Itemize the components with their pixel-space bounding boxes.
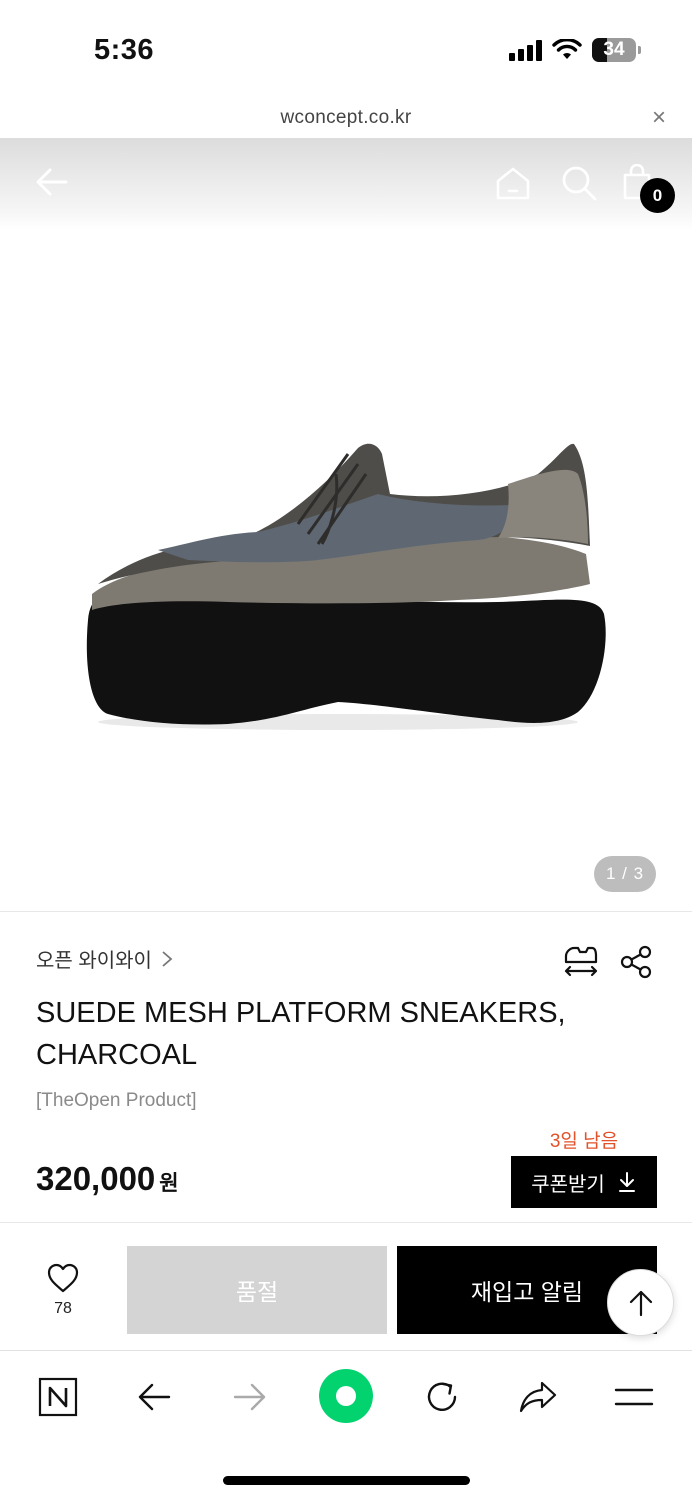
soldout-button[interactable]: 품절 xyxy=(127,1246,387,1334)
divider xyxy=(0,1222,692,1223)
divider xyxy=(0,911,692,912)
back-arrow-icon[interactable] xyxy=(32,162,72,202)
scroll-to-top-button[interactable] xyxy=(607,1269,674,1336)
search-icon[interactable] xyxy=(560,164,598,202)
share-icon[interactable] xyxy=(618,944,654,980)
status-time: 5:36 xyxy=(94,34,155,66)
share-arrow-icon[interactable] xyxy=(516,1375,560,1419)
green-home-icon[interactable] xyxy=(319,1369,373,1423)
cart-count-badge[interactable]: 0 xyxy=(640,178,675,213)
image-counter: 1 / 3 xyxy=(594,856,656,892)
url-text[interactable]: wconcept.co.kr xyxy=(0,107,692,129)
product-price: 320,000 원 xyxy=(36,1160,179,1198)
chevron-right-icon xyxy=(162,950,173,967)
naver-n-icon[interactable] xyxy=(36,1375,80,1419)
reload-icon[interactable] xyxy=(420,1375,464,1419)
coupon-download-button[interactable]: 쿠폰받기 xyxy=(511,1156,657,1208)
heart-icon[interactable] xyxy=(46,1262,80,1294)
size-guide-icon[interactable] xyxy=(562,942,600,980)
forward-icon[interactable] xyxy=(228,1375,272,1419)
wifi-icon xyxy=(552,39,582,59)
price-unit: 원 xyxy=(159,1172,179,1195)
like-count: 78 xyxy=(54,1300,72,1317)
menu-icon[interactable] xyxy=(612,1375,656,1419)
arrow-up-icon xyxy=(629,1290,652,1316)
browser-toolbar xyxy=(0,1351,692,1441)
back-icon[interactable] xyxy=(132,1375,176,1419)
status-icons: 34 xyxy=(509,38,641,62)
status-bar: 5:36 34 xyxy=(0,0,692,100)
battery-icon: 34 xyxy=(592,38,641,62)
brand-link[interactable]: 오픈 와이와이 xyxy=(36,944,174,973)
home-indicator[interactable] xyxy=(223,1476,470,1485)
product-subtitle: [TheOpen Product] xyxy=(36,1090,197,1111)
url-bar[interactable]: wconcept.co.kr × xyxy=(0,100,692,138)
price-value: 320,000 xyxy=(36,1160,156,1197)
signal-icon xyxy=(509,39,542,61)
product-title: SUEDE MESH PLATFORM SNEAKERS, CHARCOAL xyxy=(36,997,566,1071)
brand-name[interactable]: 오픈 와이와이 xyxy=(36,944,152,973)
close-icon[interactable]: × xyxy=(652,104,666,132)
home-icon[interactable] xyxy=(494,164,532,202)
battery-level: 34 xyxy=(603,39,625,60)
product-image-gallery[interactable]: 0 1 / 3 xyxy=(0,138,692,912)
download-icon xyxy=(618,1172,635,1192)
product-image xyxy=(86,443,606,730)
coupon-remaining-days: 3일 남음 xyxy=(549,1131,619,1152)
coupon-button-label: 쿠폰받기 xyxy=(531,1173,605,1196)
like-button[interactable]: 78 xyxy=(36,1262,90,1318)
product-header: 0 xyxy=(0,138,692,230)
